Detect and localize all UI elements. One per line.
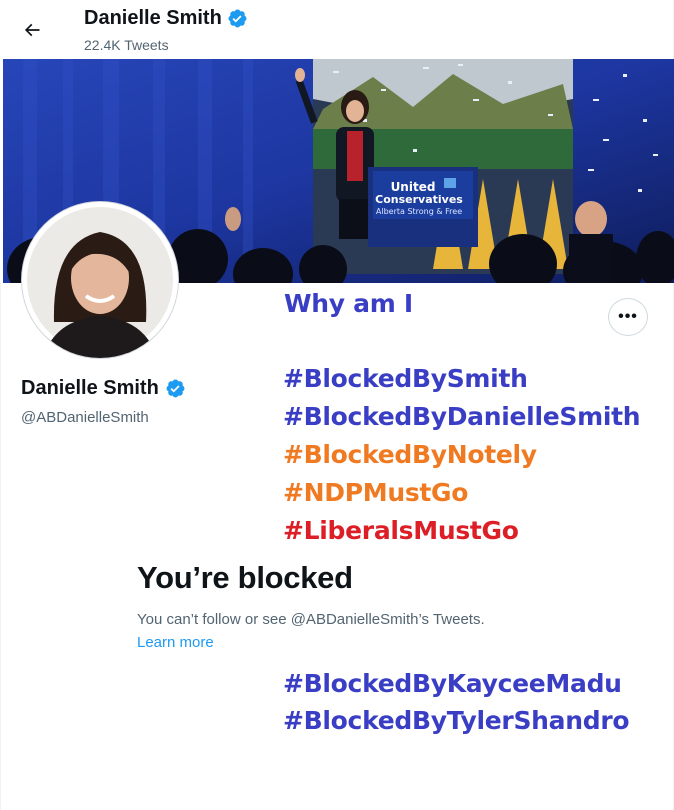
more-icon: •••: [618, 308, 638, 325]
profile-name: Danielle Smith: [21, 377, 186, 400]
overlay-hashtag: #BlockedByDanielleSmith: [283, 402, 641, 431]
tweet-count: 22.4K Tweets: [84, 37, 169, 53]
header-name: Danielle Smith: [84, 7, 222, 29]
overlay-hashtag: #BlockedByNotely: [283, 440, 537, 469]
podium-sign-line1: United: [391, 180, 436, 194]
profile-handle: @ABDanielleSmith: [21, 409, 149, 426]
profile-display-name: Danielle Smith: [21, 377, 159, 399]
verified-badge-icon[interactable]: [165, 378, 186, 399]
overlay-hashtag: #BlockedByTylerShandro: [283, 706, 630, 735]
header-title: Danielle Smith: [84, 7, 248, 30]
overlay-hashtag: #LiberalsMustGo: [283, 516, 519, 545]
podium-sign-line3: Alberta Strong & Free: [376, 207, 462, 216]
overlay-hashtag: #BlockedByKayceeMadu: [283, 669, 622, 698]
more-button[interactable]: •••: [608, 298, 648, 336]
blocked-description: You can’t follow or see @ABDanielleSmith…: [137, 611, 485, 628]
blocked-title: You’re blocked: [137, 560, 353, 595]
avatar-image: [22, 202, 178, 358]
overlay-question: Why am I: [284, 289, 413, 318]
learn-more-link[interactable]: Learn more: [137, 634, 214, 651]
podium-sign-line2: Conservatives: [375, 193, 463, 206]
left-border: [0, 283, 1, 810]
verified-badge-icon: [228, 9, 247, 28]
back-button[interactable]: [14, 12, 50, 48]
overlay-hashtag: #NDPMustGo: [283, 478, 469, 507]
overlay-hashtag: #BlockedBySmith: [283, 364, 528, 393]
profile-avatar[interactable]: [22, 202, 178, 358]
back-arrow-icon: [24, 23, 40, 37]
